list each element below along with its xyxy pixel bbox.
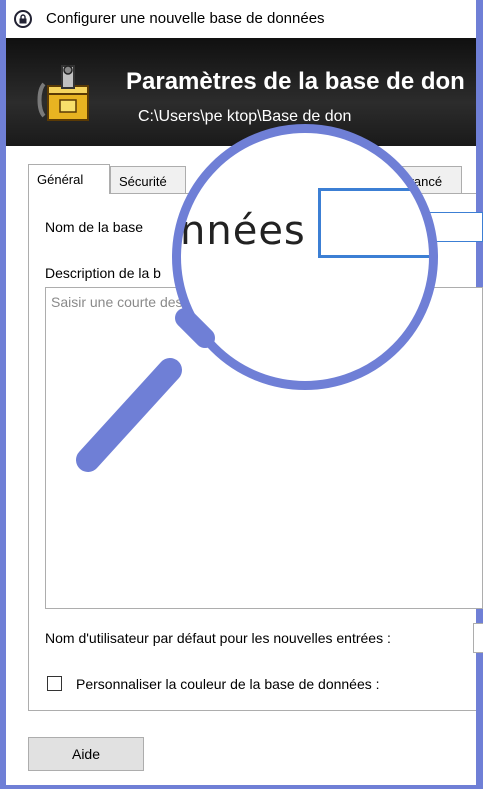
database-icon — [37, 65, 89, 121]
db-name-input[interactable] — [318, 212, 483, 242]
tab-security[interactable]: Sécurité — [110, 166, 186, 194]
customize-color-label[interactable]: Personnaliser la couleur de la base de d… — [76, 676, 380, 692]
header-title: Paramètres de la base de don — [126, 68, 465, 95]
tab-strip: Général Sécurité Avancé — [28, 164, 476, 194]
db-name-label: Nom de la base — [45, 219, 144, 235]
dialog-window: Configurer une nouvelle base de données … — [0, 0, 483, 789]
description-label: Description de la b — [45, 265, 161, 281]
customize-color-checkbox[interactable] — [47, 676, 62, 691]
default-user-input[interactable] — [473, 623, 483, 653]
header-banner: Paramètres de la base de don C:\Users\pe… — [6, 38, 476, 146]
tab-advanced[interactable]: Avancé — [390, 166, 462, 194]
window-title: Configurer une nouvelle base de données — [46, 10, 325, 27]
tab-general[interactable]: Général — [28, 164, 110, 194]
default-user-label: Nom d'utilisateur par défaut pour les no… — [45, 630, 391, 646]
window-border-bottom — [0, 785, 483, 789]
help-button[interactable]: Aide — [28, 737, 144, 771]
title-bar[interactable]: Configurer une nouvelle base de données — [6, 0, 476, 38]
lock-icon — [14, 10, 32, 28]
description-placeholder: Saisir une courte des données ou lai — [51, 294, 278, 310]
description-textarea[interactable]: Saisir une courte des données ou lai — [45, 287, 483, 609]
header-path: C:\Users\pe ktop\Base de don — [138, 108, 352, 125]
